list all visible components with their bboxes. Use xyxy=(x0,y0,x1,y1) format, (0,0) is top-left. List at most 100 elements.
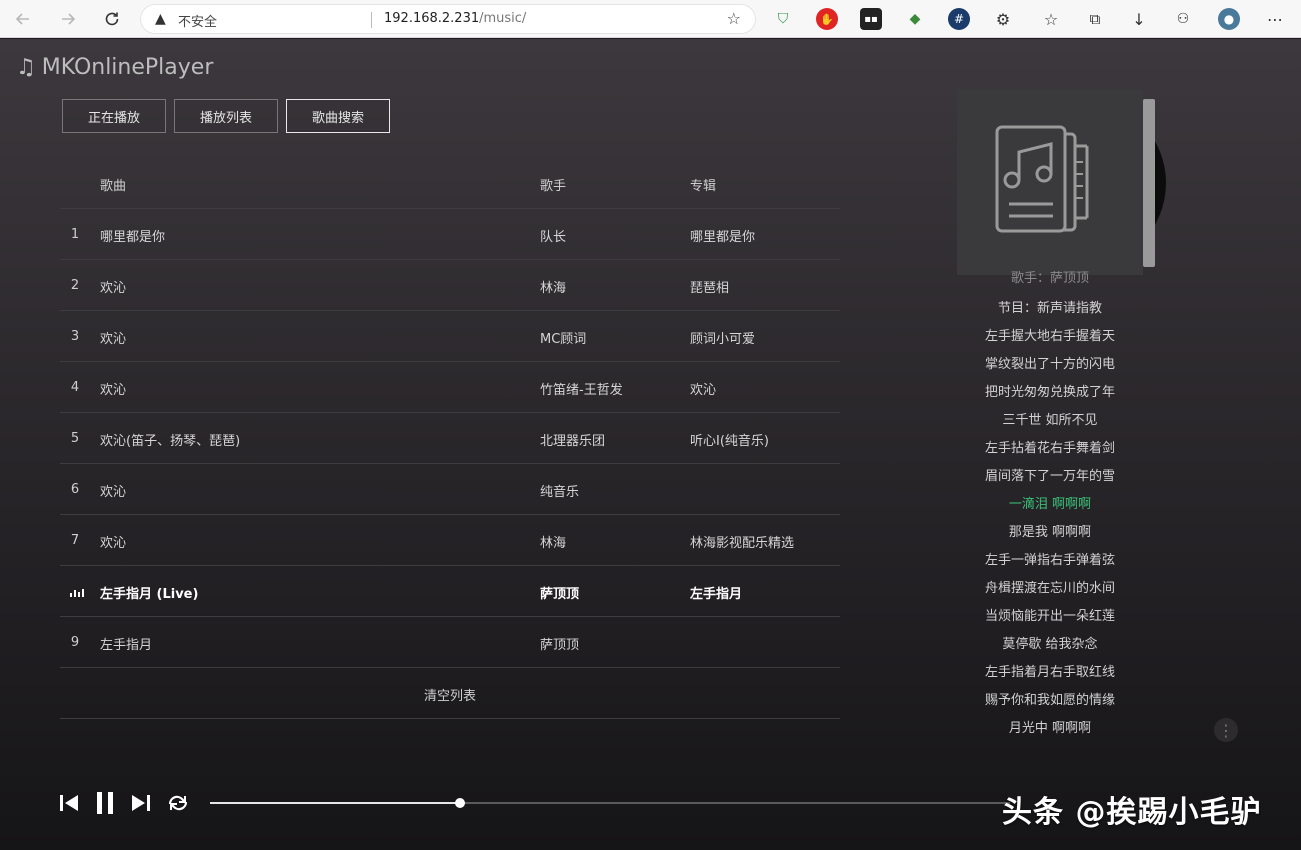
url-host: 192.168.2.231 xyxy=(384,11,480,26)
table-row[interactable]: 9 左手指月 萨顶顶 xyxy=(60,617,840,668)
back-button[interactable] xyxy=(10,6,36,32)
column-album: 专辑 xyxy=(690,179,717,194)
reload-icon xyxy=(105,12,119,26)
song-title: 欢沁(笛子、扬琴、琵琶) xyxy=(100,434,241,449)
table-row[interactable]: 1 哪里都是你 队长 哪里都是你 xyxy=(60,209,840,260)
player-app: ♫ MKOnlinePlayer 正在播放 播放列表 歌曲搜索 歌曲 歌手 专辑… xyxy=(0,39,1301,850)
tab-now-playing[interactable]: 正在播放 xyxy=(62,99,167,133)
url-path: /music/ xyxy=(479,11,527,26)
forward-button[interactable] xyxy=(55,6,81,32)
row-number: 5 xyxy=(70,431,80,446)
media-extension-icon[interactable]: ▪▪ xyxy=(860,8,882,30)
table-row[interactable]: 7 欢沁 林海 林海影视配乐精选 xyxy=(60,515,840,566)
arrow-right-icon xyxy=(62,13,76,25)
download-manager-icon[interactable]: ◆ xyxy=(904,8,926,30)
lyric-line: 节目：新声请指教 xyxy=(997,301,1102,316)
lyric-line: 眉间落下了一万年的雪 xyxy=(984,469,1115,484)
avatar[interactable]: ● xyxy=(1218,8,1240,30)
tab-search[interactable]: 歌曲搜索 xyxy=(286,99,391,133)
share-icon[interactable]: ⚇ xyxy=(1172,8,1194,30)
album-cover xyxy=(957,89,1143,275)
add-favorite-icon[interactable]: ☆ xyxy=(727,9,741,28)
song-title: 左手指月 (Live) xyxy=(100,587,199,602)
hash-extension-icon[interactable]: # xyxy=(948,8,970,30)
skip-next-icon xyxy=(132,795,150,811)
song-title: 哪里都是你 xyxy=(100,230,166,245)
song-album: 琵琶相 xyxy=(690,281,730,296)
lyric-line: 左手握大地右手握着天 xyxy=(984,329,1115,344)
song-title: 欢沁 xyxy=(100,332,127,347)
row-number: 6 xyxy=(70,482,80,497)
song-artist[interactable]: 队长 xyxy=(540,226,566,245)
address-bar[interactable]: ▲ 不安全 192.168.2.231/music/ ☆ xyxy=(140,4,756,34)
progress-slider[interactable] xyxy=(210,798,1010,808)
logo-text: MKOnlinePlayer xyxy=(41,55,214,80)
song-album: 欢沁 xyxy=(690,383,717,398)
lyric-line: 月光中 啊啊啊 xyxy=(1008,721,1092,736)
song-artist[interactable]: 萨顶顶 xyxy=(540,634,579,653)
progress-handle[interactable] xyxy=(455,798,465,808)
clear-list-button[interactable]: 清空列表 xyxy=(60,685,840,704)
row-number: 1 xyxy=(70,227,80,242)
list-header: 歌曲 歌手 专辑 xyxy=(60,158,840,209)
lyric-line: 掌纹裂出了十方的闪电 xyxy=(984,357,1115,372)
pause-button[interactable] xyxy=(94,791,116,815)
table-row-playing[interactable]: 左手指月 (Live) 萨顶顶 左手指月 xyxy=(60,566,840,617)
download-icon[interactable]: ↓ xyxy=(1128,8,1150,30)
song-artist[interactable]: 萨顶顶 xyxy=(540,583,579,602)
collections-icon[interactable]: ⧉ xyxy=(1084,8,1106,30)
lyric-line: 舟楫摆渡在忘川的水间 xyxy=(984,581,1115,596)
warning-icon: ▲ xyxy=(155,11,166,27)
song-artist[interactable]: 北理器乐团 xyxy=(540,430,605,449)
address-separator xyxy=(371,12,372,28)
reload-button[interactable] xyxy=(99,6,125,32)
table-row[interactable]: 5 欢沁(笛子、扬琴、琵琶) 北理器乐团 听心I(纯音乐) xyxy=(60,413,840,464)
song-artist[interactable]: MC顾词 xyxy=(540,328,586,347)
lyrics-panel: 歌手：萨顶顶 节目：新声请指教 左手握大地右手握着天 掌纹裂出了十方的闪电 把时… xyxy=(950,271,1150,743)
song-title: 左手指月 xyxy=(100,638,153,653)
adblock-extension-icon[interactable]: ✋ xyxy=(816,8,838,30)
song-artist[interactable]: 纯音乐 xyxy=(540,481,579,500)
table-row[interactable]: 4 欢沁 竹笛绪-王哲发 欢沁 xyxy=(60,362,840,413)
arrow-left-icon xyxy=(15,13,29,25)
favorites-icon[interactable]: ☆ xyxy=(1040,8,1062,30)
row-number: 2 xyxy=(70,278,80,293)
app-logo: ♫ MKOnlinePlayer xyxy=(16,55,213,80)
more-options-icon[interactable]: ⋮ xyxy=(1214,718,1238,742)
tab-bar: 正在播放 播放列表 歌曲搜索 xyxy=(62,99,391,133)
table-row[interactable]: 2 欢沁 林海 琵琶相 xyxy=(60,260,840,311)
extensions-icon[interactable]: ⚙ xyxy=(992,8,1014,30)
table-row[interactable]: 3 欢沁 MC顾词 顾词小可爱 xyxy=(60,311,840,362)
song-album: 听心I(纯音乐) xyxy=(690,434,769,449)
progress-fill xyxy=(210,802,460,804)
song-artist[interactable]: 林海 xyxy=(540,277,566,296)
lyric-line: 那是我 啊啊啊 xyxy=(1008,525,1092,540)
lyric-line: 左手指着月右手取红线 xyxy=(984,665,1115,680)
clear-list-row: 清空列表 xyxy=(60,668,840,719)
song-album: 左手指月 xyxy=(690,587,743,602)
song-title: 欢沁 xyxy=(100,281,127,296)
song-album: 哪里都是你 xyxy=(690,230,756,245)
menu-icon[interactable]: ⋯ xyxy=(1264,8,1286,30)
watermark: 头条 @挨踢小毛驴 xyxy=(1002,795,1262,830)
repeat-button[interactable] xyxy=(166,792,190,814)
shield-extension-icon[interactable]: ⛉ xyxy=(772,8,794,30)
repeat-icon xyxy=(168,795,188,811)
skip-previous-icon xyxy=(60,795,78,811)
lyric-line: 当烦恼能开出一朵红莲 xyxy=(984,609,1115,624)
song-artist[interactable]: 林海 xyxy=(540,532,566,551)
column-artist: 歌手 xyxy=(540,179,567,194)
url-text: 192.168.2.231/music/ xyxy=(384,11,526,26)
song-title: 欢沁 xyxy=(100,383,127,398)
tab-playlist[interactable]: 播放列表 xyxy=(174,99,279,133)
song-artist[interactable]: 竹笛绪-王哲发 xyxy=(540,379,623,398)
song-title: 欢沁 xyxy=(100,485,127,500)
song-album: 林海影视配乐精选 xyxy=(690,536,795,551)
playing-bars-icon xyxy=(70,588,84,597)
lyric-line: 歌手：萨顶顶 xyxy=(1010,271,1089,286)
disc-edge xyxy=(1143,99,1155,267)
table-row[interactable]: 6 欢沁 纯音乐 xyxy=(60,464,840,515)
next-button[interactable] xyxy=(130,792,152,814)
previous-button[interactable] xyxy=(58,792,80,814)
row-number: 3 xyxy=(70,329,80,344)
